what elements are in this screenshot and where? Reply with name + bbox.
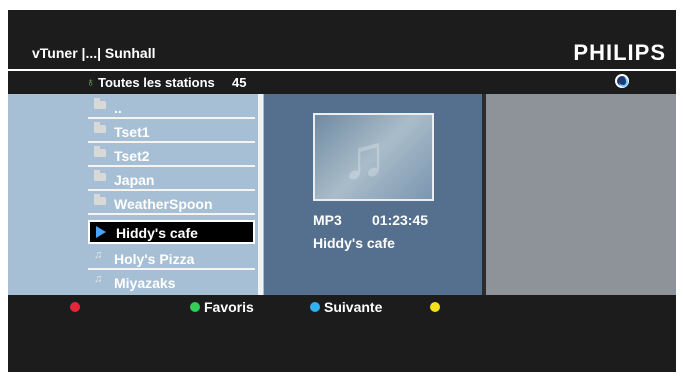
list-item-japan[interactable]: Japan [88,167,255,191]
list-item-tset2[interactable]: Tset2 [88,143,255,167]
green-dot-icon [190,302,200,312]
list-item-label: Hiddy's cafe [116,225,198,241]
red-dot-icon [70,302,80,312]
list-item-miyazaks[interactable]: ♫ Miyazaks [88,270,255,294]
list-item-label: Miyazaks [114,275,176,291]
folder-icon [94,194,106,205]
yellow-dot-icon [430,302,440,312]
list-item-label: .. [114,100,122,116]
category-label: Toutes les stations [98,75,215,90]
folder-icon [94,146,106,157]
list-item-label: Tset2 [114,148,150,164]
philips-logo: PHILIPS [573,40,666,65]
list-scrollbar[interactable] [258,94,263,295]
folder-icon [94,98,106,109]
favoris-label: Favoris [204,299,254,315]
play-time: 01:23:45 [372,212,429,228]
loading-icon [615,74,629,88]
blue-dot-icon [310,302,320,312]
music-note-icon: ♫ [94,249,103,261]
folder-icon [94,170,106,181]
suivante-label: Suivante [324,299,383,315]
list-item-label: Tset1 [114,124,150,140]
list-item-parent[interactable]: .. [88,95,255,119]
station-name: Hiddy's cafe [313,235,395,251]
list-item-label: Holy's Pizza [114,251,195,267]
list-item-holys-pizza[interactable]: ♫ Holy's Pizza [88,246,255,270]
list-item-weatherspoon[interactable]: WeatherSpoon [88,191,255,215]
audio-format: MP3 [313,212,342,228]
folder-icon [94,122,106,133]
music-note-icon: ♫ [94,273,103,285]
list-item-hiddys-cafe[interactable]: Hiddy's cafe [88,220,255,244]
play-icon [96,226,106,238]
list-item-label: Japan [114,172,155,188]
breadcrumb-title: vTuner |...| Sunhall [32,45,156,61]
tv-screen: vTuner |...| Sunhall PHILIPS ♁ Toutes le… [8,10,676,372]
music-note-icon: ♫ [341,123,388,192]
list-item-tset1[interactable]: Tset1 [88,119,255,143]
list-item-label: WeatherSpoon [114,196,213,212]
globe-icon: ♁ [86,75,95,89]
preview-panel [486,94,676,295]
album-art: ♫ [313,113,434,201]
subheader-bar: ♁ Toutes les stations 45 [8,71,676,94]
station-count: 45 [232,75,247,90]
